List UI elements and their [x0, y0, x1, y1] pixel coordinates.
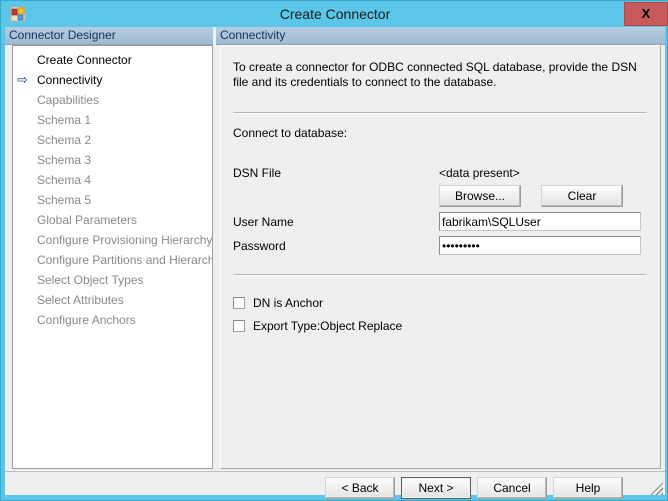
divider-top [233, 112, 647, 114]
sidebar-item-label: Schema 5 [37, 193, 92, 207]
footer-divider [5, 471, 665, 472]
dn-is-anchor-label: DN is Anchor [253, 296, 324, 310]
sidebar-item-schema-3: Schema 3 [13, 150, 212, 170]
close-button[interactable]: X [624, 2, 668, 26]
sidebar-header: Connector Designer [5, 27, 213, 45]
content-header: Connectivity [216, 27, 665, 45]
sidebar-item-label: Create Connector [37, 53, 132, 67]
password-input[interactable] [439, 236, 641, 255]
current-step-arrow-icon: ⇨ [17, 72, 28, 87]
help-button[interactable]: Help [553, 477, 623, 499]
panel-description: To create a connector for ODBC connected… [233, 60, 637, 89]
connect-to-database-label: Connect to database: [233, 126, 348, 140]
sidebar-item-create-connector[interactable]: Create Connector [13, 50, 212, 70]
user-name-label: User Name [233, 215, 294, 229]
export-type-object-replace-label: Export Type:Object Replace [253, 319, 403, 333]
clear-button[interactable]: Clear [541, 185, 623, 207]
client-area: Connector Designer Create Connector ⇨ Conn… [5, 27, 665, 499]
sidebar-item-label: Configure Anchors [37, 313, 136, 327]
export-type-object-replace-row[interactable]: Export Type:Object Replace [233, 318, 402, 334]
sidebar-item-label: Schema 1 [37, 113, 92, 127]
sidebar-item-schema-1: Schema 1 [13, 110, 212, 130]
resize-grip-icon[interactable] [649, 481, 663, 495]
sidebar-item-schema-5: Schema 5 [13, 190, 212, 210]
sidebar-item-label: Schema 3 [37, 153, 92, 167]
sidebar-item-configure-partitions-and-hierarchies: Configure Partitions and Hierarchies [13, 250, 212, 270]
dn-is-anchor-row[interactable]: DN is Anchor [233, 295, 323, 311]
user-name-input[interactable] [439, 212, 641, 231]
dsn-file-value: <data present> [439, 166, 520, 180]
sidebar-item-schema-4: Schema 4 [13, 170, 212, 190]
next-button[interactable]: Next > [401, 477, 471, 499]
sidebar-item-configure-provisioning-hierarchy: Configure Provisioning Hierarchy [13, 230, 212, 250]
sidebar-item-select-attributes: Select Attributes [13, 290, 212, 310]
divider-bottom [233, 274, 647, 276]
sidebar-item-label: Select Object Types [37, 273, 144, 287]
window-title: Create Connector [279, 6, 391, 22]
create-connector-window: Create Connector X Connector Designer Cr… [0, 0, 668, 501]
sidebar-item-label: Connectivity [37, 73, 103, 87]
browse-button[interactable]: Browse... [439, 185, 521, 207]
sidebar-item-label: Schema 2 [37, 133, 92, 147]
footer-bar: < Back Next > Cancel Help [5, 471, 665, 499]
sidebar-item-label: Capabilities [37, 93, 100, 107]
password-label: Password [233, 239, 286, 253]
back-button[interactable]: < Back [325, 477, 395, 499]
export-type-object-replace-checkbox[interactable] [233, 320, 245, 332]
cancel-button[interactable]: Cancel [477, 477, 547, 499]
sidebar-item-schema-2: Schema 2 [13, 130, 212, 150]
sidebar-item-capabilities: Capabilities [13, 90, 212, 110]
connector-designer-nav-panel: Create Connector ⇨ Connectivity Capabilitie… [12, 45, 213, 469]
sidebar-item-global-parameters: Global Parameters [13, 210, 212, 230]
sidebar-item-label: Configure Provisioning Hierarchy [37, 233, 213, 247]
sidebar-item-configure-anchors: Configure Anchors [13, 310, 212, 330]
dn-is-anchor-checkbox[interactable] [233, 297, 245, 309]
sidebar-item-label: Schema 4 [37, 173, 92, 187]
title-bar: Create Connector X [1, 1, 668, 27]
sidebar-item-select-object-types: Select Object Types [13, 270, 212, 290]
dsn-file-label: DSN File [233, 166, 282, 180]
sidebar-item-label: Global Parameters [37, 213, 138, 227]
connectivity-panel: To create a connector for ODBC connected… [220, 45, 661, 469]
sidebar-item-label: Select Attributes [37, 293, 124, 307]
nav-list: Create Connector ⇨ Connectivity Capabilitie… [13, 50, 212, 330]
sidebar-item-label: Configure Partitions and Hierarchies [37, 253, 213, 267]
sidebar-item-connectivity[interactable]: ⇨ Connectivity [13, 70, 212, 90]
